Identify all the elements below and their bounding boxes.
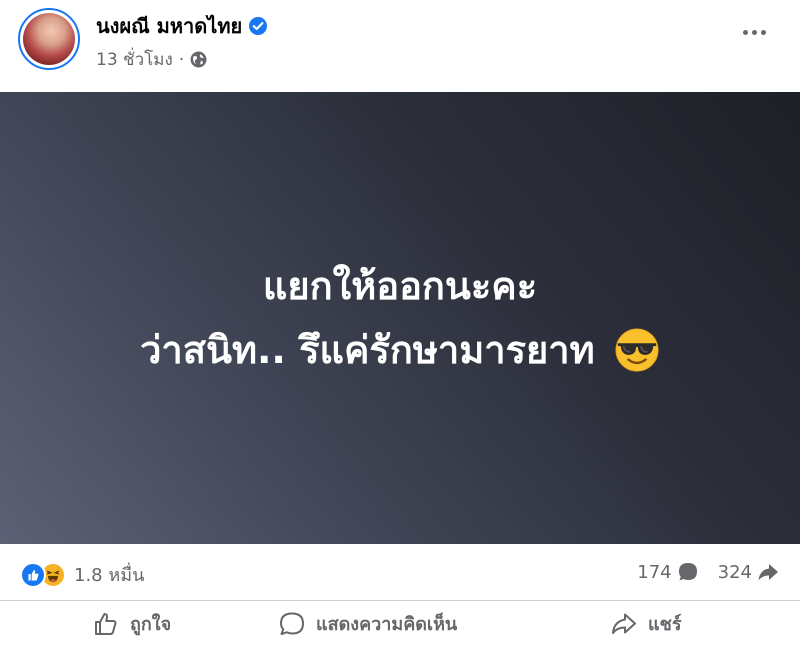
avatar[interactable] [18,8,80,70]
author-name[interactable]: นงผณี มหาดไทย [96,10,242,42]
reaction-count: 1.8 หมื่น [74,565,145,586]
post-text-line-2: ว่าสนิท.. รึแค่รักษามารยาท [140,318,660,382]
post-text-line-2-text: ว่าสนิท.. รึแค่รักษามารยาท [140,328,595,372]
post-stats: 1.8 หมื่น 174 324 [0,544,800,600]
post-actions-bar: ถูกใจ แสดงความคิดเห็น แชร์ [0,600,800,649]
more-dot-icon [752,30,757,35]
engagement-counts: 174 324 [637,560,780,584]
comment-icon [280,612,304,635]
share-icon [612,613,636,634]
share-button-label: แชร์ [648,614,682,635]
share-button[interactable]: แชร์ [610,609,682,638]
post-time[interactable]: 13 ชั่วโมง [96,46,173,73]
more-dot-icon [743,30,748,35]
like-button[interactable]: ถูกใจ [92,609,171,638]
comment-count-group[interactable]: 174 [637,560,699,584]
share-count-group[interactable]: 324 [718,560,780,584]
avatar-image [23,13,75,65]
post-text-line-1: แยกให้ออกนะคะ [262,264,538,308]
more-options-button[interactable] [739,22,770,43]
verified-badge-icon [249,17,268,35]
globe-icon[interactable] [190,51,207,68]
comment-count: 174 [637,561,672,583]
post-meta: 13 ชั่วโมง · [96,46,207,73]
comment-button-label: แสดงความคิดเห็น [316,614,458,635]
sunglasses-emoji-icon [615,327,659,372]
like-reaction-icon [20,561,46,588]
comment-button[interactable]: แสดงความคิดเห็น [278,609,457,638]
post-header: นงผณี มหาดไทย 13 ชั่วโมง · [0,0,800,92]
share-count: 324 [717,561,752,583]
post-text-background[interactable]: แยกให้ออกนะคะ ว่าสนิท.. รึแค่รักษามารยาท [0,92,800,544]
share-arrow-icon [758,564,778,581]
like-button-label: ถูกใจ [130,614,172,635]
more-dot-icon [761,30,766,35]
meta-separator: · [178,49,185,70]
comment-bubble-icon [678,563,697,581]
thumbs-up-icon [95,612,117,635]
author-row: นงผณี มหาดไทย [96,10,268,42]
reactions-summary[interactable]: 1.8 หมื่น [20,560,144,589]
